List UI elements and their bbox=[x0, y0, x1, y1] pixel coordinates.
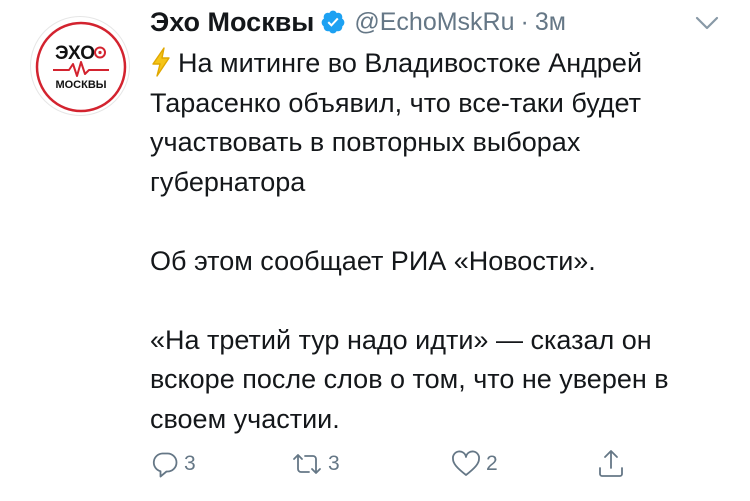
timestamp[interactable]: 3м bbox=[535, 8, 566, 37]
retweet-icon bbox=[290, 449, 324, 479]
avatar[interactable]: ЭХО МОСКВЫ bbox=[30, 16, 130, 116]
chevron-down-icon[interactable] bbox=[692, 12, 722, 34]
tweet-text: На митинге во Владивостоке Андрей Тарасе… bbox=[150, 44, 710, 439]
like-count: 2 bbox=[486, 452, 498, 475]
like-button[interactable]: 2 bbox=[450, 446, 498, 482]
handle[interactable]: @EchoMskRu bbox=[354, 8, 514, 37]
share-icon bbox=[596, 448, 626, 480]
logo-top-text: ЭХО bbox=[55, 43, 95, 64]
tweet-paragraph-3: «На третий тур надо идти» — сказал он вс… bbox=[150, 324, 669, 434]
tweet-paragraph-2: Об этом сообщает РИА «Новости». bbox=[150, 245, 596, 276]
tweet-header: Эхо Москвы @EchoMskRu · 3м bbox=[150, 4, 566, 40]
tweet[interactable]: ЭХО МОСКВЫ Эхо Москвы @EchoMskRu · 3м На… bbox=[0, 0, 750, 501]
tweet-paragraph-1-text: На митинге во Владивостоке Андрей Тарасе… bbox=[150, 48, 643, 197]
retweet-count: 3 bbox=[328, 452, 340, 475]
retweet-button[interactable]: 3 bbox=[290, 446, 340, 482]
heart-icon bbox=[450, 449, 482, 479]
tweet-paragraph-1: На митинге во Владивостоке Андрей Тарасе… bbox=[150, 44, 710, 202]
separator: · bbox=[520, 7, 529, 36]
logo-bottom-text: МОСКВЫ bbox=[55, 79, 106, 91]
reply-icon bbox=[150, 449, 180, 479]
display-name[interactable]: Эхо Москвы bbox=[150, 7, 314, 38]
lightning-bolt-icon bbox=[150, 47, 172, 77]
echo-moskvy-logo: ЭХО МОСКВЫ bbox=[35, 21, 127, 113]
share-button[interactable] bbox=[596, 446, 626, 482]
verified-badge-icon bbox=[320, 9, 346, 35]
tweet-actions: 3 3 2 bbox=[150, 446, 650, 482]
reply-count: 3 bbox=[184, 452, 196, 475]
reply-button[interactable]: 3 bbox=[150, 446, 196, 482]
